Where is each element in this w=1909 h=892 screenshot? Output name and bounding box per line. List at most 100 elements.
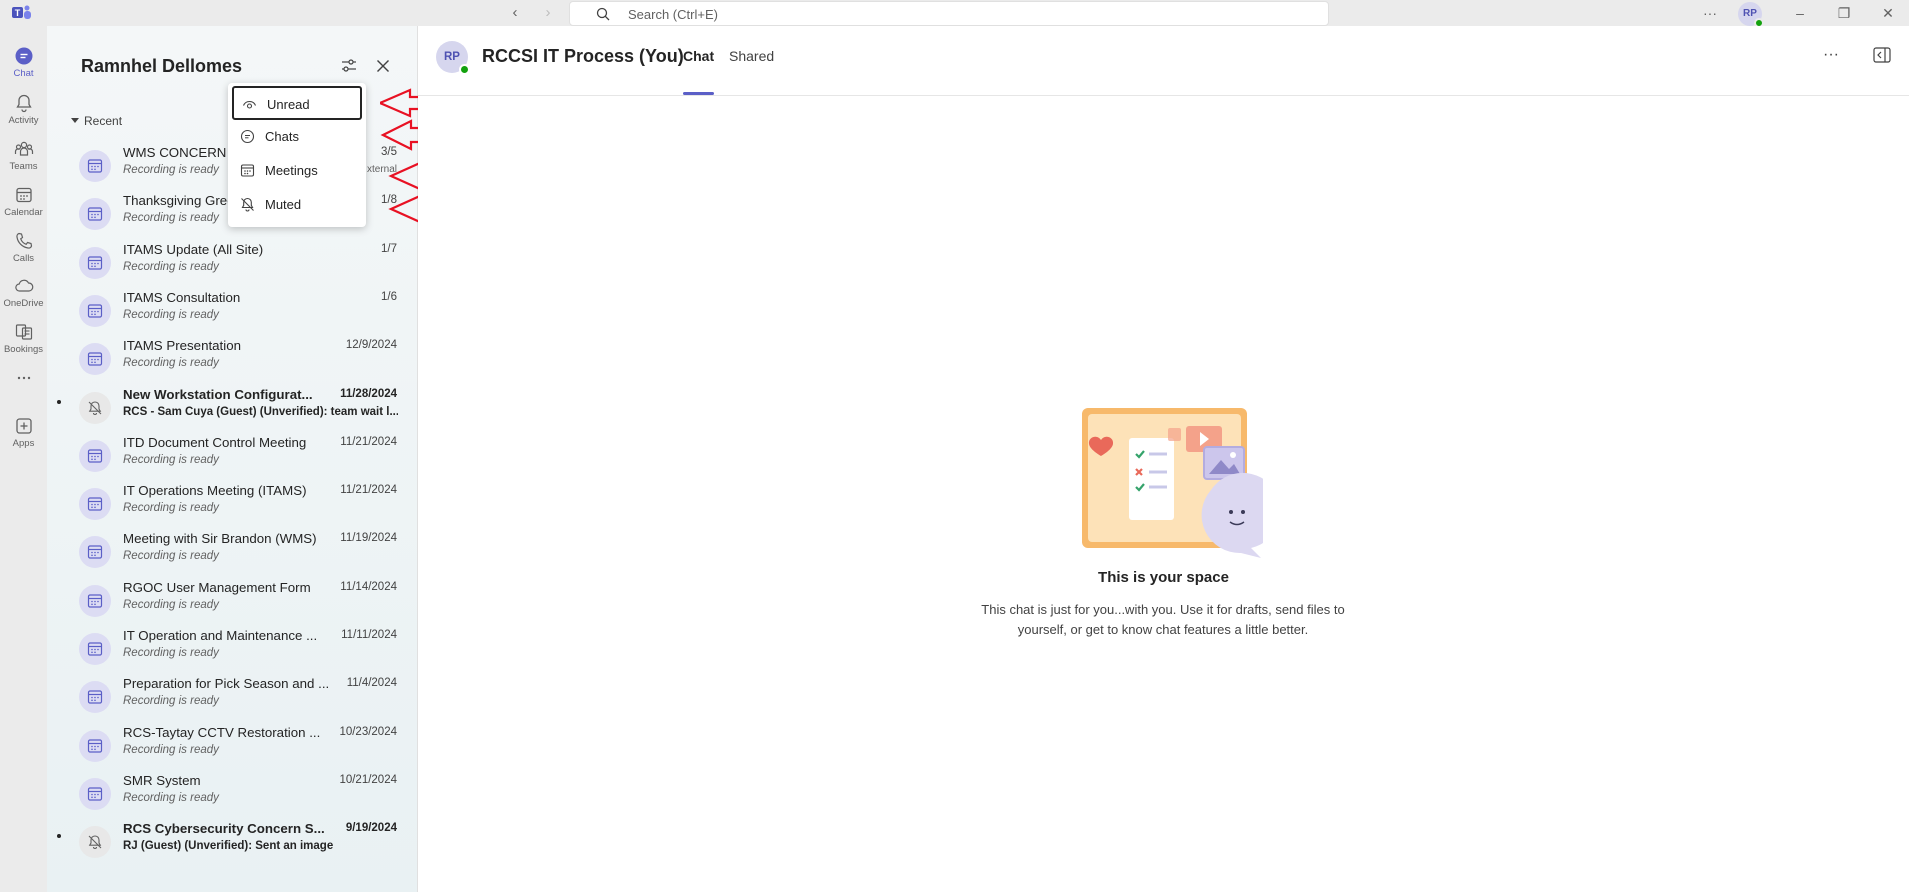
chat-item-avatar <box>79 439 111 472</box>
filter-chats[interactable]: Chats <box>232 120 362 154</box>
rail-more-apps[interactable] <box>0 358 47 394</box>
chat-list-item[interactable]: RCS Cybersecurity Concern S... 9/19/2024 R… <box>47 820 418 868</box>
filter-muted[interactable]: Muted <box>232 188 362 222</box>
chat-list-item[interactable]: New Workstation Configurat... 11/28/2024 R… <box>47 386 418 434</box>
meeting-icon <box>87 207 103 221</box>
chat-item-date: 1/7 <box>381 242 397 255</box>
side-panel-icon[interactable] <box>1873 47 1891 63</box>
meeting-icon <box>87 159 103 173</box>
meeting-icon <box>87 449 103 463</box>
close-icon[interactable] <box>374 57 392 75</box>
rail-item-bookings[interactable]: Bookings <box>0 312 47 362</box>
back-icon[interactable]: ‹ <box>504 3 526 23</box>
chat-item-avatar <box>79 536 111 569</box>
filter-unread[interactable]: Unread <box>232 86 362 120</box>
chat-item-date: 11/11/2024 <box>341 629 397 641</box>
more-icon <box>17 376 30 380</box>
chat-list-item[interactable]: ITAMS Consultation 1/6 Recording is ready <box>47 289 418 337</box>
close-window-icon[interactable]: ✕ <box>1878 4 1898 22</box>
rail-label: Calls <box>12 253 35 264</box>
chat-item-date: 9/19/2024 <box>345 822 397 835</box>
chat-item-date: 10/21/2024 <box>339 773 397 786</box>
filter-meetings[interactable]: Meetings <box>232 154 362 188</box>
rail-item-activity[interactable]: Activity <box>0 83 47 133</box>
chat-item-preview: Recording is ready <box>123 502 219 515</box>
chat-item-date: 11/19/2024 <box>340 532 397 545</box>
chat-icon <box>15 47 32 65</box>
search-placeholder: Search (Ctrl+E) <box>628 7 718 22</box>
chat-item-avatar <box>79 246 111 279</box>
chat-list-item[interactable]: Preparation for Pick Season and ... 11/4/… <box>47 675 418 723</box>
chat-item-preview: Recording is ready <box>123 260 219 273</box>
recent-section-header[interactable]: Recent <box>71 114 122 128</box>
rail-label: Chat <box>13 68 34 79</box>
filter-label: Meetings <box>265 163 318 178</box>
chat-list-item[interactable]: RCS-Taytay CCTV Restoration ... 10/23/202… <box>47 724 418 772</box>
settings-more-button[interactable]: ··· <box>1700 4 1720 22</box>
minimize-icon[interactable]: – <box>1790 4 1810 22</box>
forward-icon[interactable]: › <box>537 3 559 23</box>
chat-header: RP RCCSI IT Process (You) Chat Shared ··… <box>418 26 1909 96</box>
rail-item-teams[interactable]: Teams <box>0 129 47 179</box>
tab-chat[interactable]: Chat <box>683 48 714 64</box>
chat-list-item[interactable]: ITD Document Control Meeting 11/21/2024 Re… <box>47 434 418 482</box>
rail-item-apps[interactable]: Apps <box>0 406 47 456</box>
calendar-icon <box>240 164 255 177</box>
restore-icon[interactable]: ❐ <box>1834 4 1854 22</box>
meeting-icon <box>87 545 103 559</box>
chat-item-preview: Recording is ready <box>123 695 219 708</box>
rail-item-calendar[interactable]: Calendar <box>0 175 47 225</box>
search-input[interactable]: Search (Ctrl+E) <box>569 1 1329 26</box>
chat-list-item[interactable]: RGOC User Management Form 11/14/2024 Recor… <box>47 579 418 627</box>
more-options-button[interactable]: ··· <box>1823 46 1839 64</box>
meeting-icon <box>87 352 103 366</box>
chat-item-preview: Recording is ready <box>123 453 219 466</box>
rail-label: Activity <box>8 115 39 126</box>
bell-off-icon <box>88 400 102 415</box>
chat-item-name: ITD Document Control Meeting <box>123 434 307 450</box>
user-initials: RP <box>1743 8 1757 19</box>
chat-item-name: ITAMS Consultation <box>123 289 241 305</box>
chat-item-avatar <box>79 391 111 424</box>
chat-item-name: Preparation for Pick Season and ... <box>123 676 330 692</box>
chat-avatar[interactable]: RP <box>436 41 470 75</box>
rail-label: Bookings <box>3 344 44 355</box>
empty-state-title: This is your space <box>1098 569 1229 586</box>
unread-dot <box>57 834 61 839</box>
chat-item-avatar <box>79 633 111 665</box>
chat-item-name: New Workstation Configurat... <box>123 386 313 402</box>
chat-item-name: RCS Cybersecurity Concern S... <box>123 821 325 837</box>
rail-item-calls[interactable]: Calls <box>0 221 47 271</box>
app-rail: Chat Activity Teams Calendar Calls OneDr… <box>0 26 47 892</box>
chat-list-item[interactable]: IT Operations Meeting (ITAMS) 11/21/2024 R… <box>47 482 418 530</box>
rail-label: Teams <box>9 161 38 172</box>
rail-item-chat[interactable]: Chat <box>0 36 47 86</box>
main-chat-area: RP RCCSI IT Process (You) Chat Shared ··… <box>418 26 1909 892</box>
filter-icon[interactable] <box>340 57 358 75</box>
title-bar: T ‹ › Search (Ctrl+E) ··· RP – ❐ ✕ <box>0 0 1909 28</box>
calendar-icon <box>15 187 32 203</box>
chat-item-name: ITAMS Update (All Site) <box>123 241 264 257</box>
chat-item-name: RGOC User Management Form <box>123 579 311 595</box>
tab-shared[interactable]: Shared <box>729 48 774 64</box>
phone-icon <box>15 232 32 249</box>
chat-list-item[interactable]: ITAMS Update (All Site) 1/7 Recording is r… <box>47 241 418 289</box>
search-icon <box>596 7 610 21</box>
chat-item-avatar <box>79 681 111 714</box>
list-title: Ramnhel Dellomes <box>81 56 243 76</box>
chat-item-name: SMR System <box>123 772 201 788</box>
chat-list-item[interactable]: IT Operation and Maintenance ... 11/11/20… <box>47 627 418 675</box>
rail-item-onedrive[interactable]: OneDrive <box>0 266 47 316</box>
cloud-icon <box>14 279 33 292</box>
chat-list-item[interactable]: SMR System 10/21/2024 Recording is ready <box>47 772 418 820</box>
user-avatar[interactable]: RP <box>1738 2 1764 28</box>
chat-item-avatar <box>79 150 111 182</box>
meeting-icon <box>87 255 103 270</box>
chat-list-item[interactable]: ITAMS Presentation 12/9/2024 Recording is … <box>47 337 418 385</box>
chat-item-preview: Recording is ready <box>123 791 219 804</box>
chat-list-item[interactable]: Meeting with Sir Brandon (WMS) 11/19/2024… <box>47 530 418 578</box>
meeting-icon <box>87 594 103 608</box>
chat-item-preview: Recording is ready <box>123 308 219 321</box>
meeting-icon <box>87 738 103 753</box>
plus-icon <box>15 418 32 434</box>
